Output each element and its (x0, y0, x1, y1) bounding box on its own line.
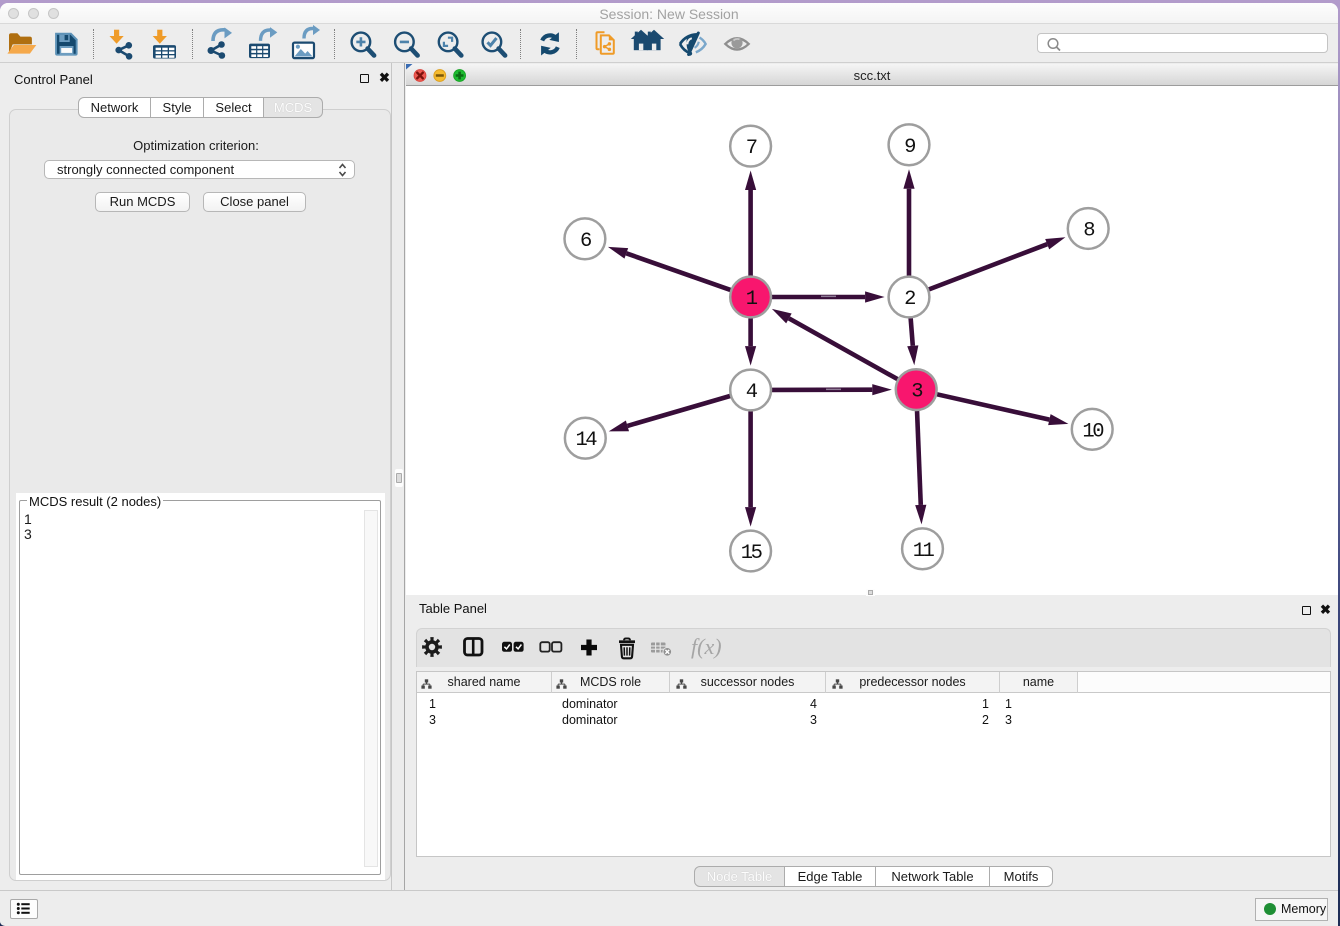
svg-text:10: 10 (1082, 420, 1104, 443)
svg-text:8: 8 (1083, 220, 1094, 243)
svg-text:11: 11 (913, 540, 935, 563)
svg-text:15: 15 (741, 542, 762, 565)
svg-text:6: 6 (580, 230, 591, 253)
svg-text:14: 14 (575, 429, 597, 452)
svg-text:9: 9 (904, 136, 915, 159)
svg-text:3: 3 (911, 381, 922, 404)
svg-text:7: 7 (746, 137, 757, 160)
svg-text:2: 2 (904, 288, 915, 311)
